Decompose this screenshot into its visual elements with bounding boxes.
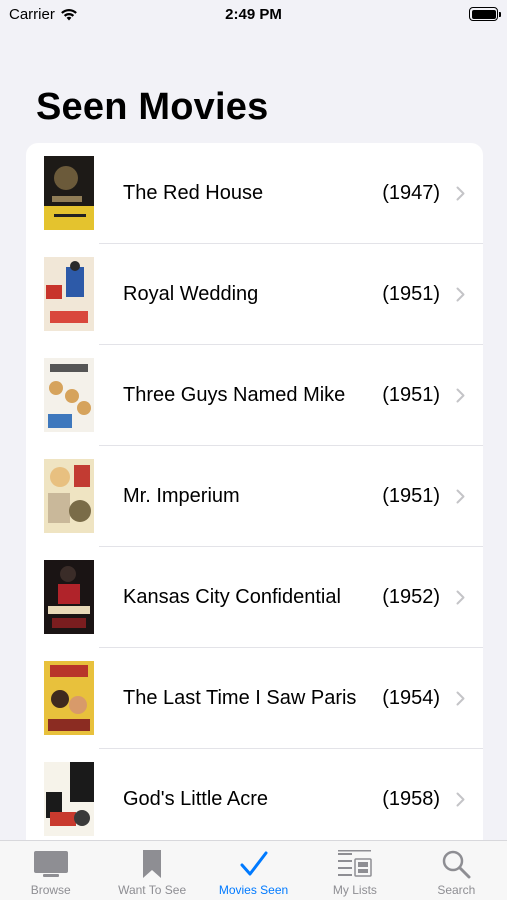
movie-title: Mr. Imperium (123, 485, 240, 507)
chevron-right-icon (456, 143, 465, 244)
checkmark-icon (239, 847, 269, 881)
chevron-right-icon (456, 446, 465, 547)
battery-icon (469, 7, 501, 21)
status-bar: Carrier 2:49 PM (0, 0, 507, 30)
movie-row[interactable]: God's Little Acre (1958) (26, 749, 483, 843)
chevron-right-icon (456, 244, 465, 345)
movie-poster (44, 358, 94, 432)
movie-title: Three Guys Named Mike (123, 384, 346, 406)
movie-title: God's Little Acre (123, 788, 268, 810)
movie-year: (1954) (382, 687, 440, 709)
chevron-right-icon (456, 345, 465, 446)
movie-poster (44, 257, 94, 331)
chevron-right-icon (456, 547, 465, 648)
movie-year: (1952) (382, 586, 440, 608)
tab-label: My Lists (332, 883, 377, 897)
movie-title: Royal Wedding (123, 283, 259, 305)
movie-title: Kansas City Confidential (123, 586, 341, 608)
movie-poster (44, 560, 94, 634)
movie-poster (44, 762, 94, 836)
movie-title: The Red House (123, 182, 264, 204)
movie-row[interactable]: Three Guys Named Mike (1951) (26, 345, 483, 446)
movie-poster (44, 156, 94, 230)
movie-year: (1947) (382, 182, 440, 204)
movie-title: The Last Time I Saw Paris (123, 687, 357, 709)
tab-label: Want To See (118, 883, 187, 897)
tv-icon (33, 847, 69, 881)
tab-label: Browse (30, 883, 71, 897)
movie-year: (1951) (382, 283, 440, 305)
list-icon (337, 847, 373, 881)
movie-list: The Red House (1947) Royal Wedding (1951… (26, 143, 483, 843)
tab-label: Search (437, 883, 476, 897)
movie-year: (1958) (382, 788, 440, 810)
tab-movies-seen[interactable]: Movies Seen (203, 841, 304, 900)
movie-row[interactable]: Mr. Imperium (1951) (26, 446, 483, 547)
chevron-right-icon (456, 749, 465, 843)
chevron-right-icon (456, 648, 465, 749)
movie-poster (44, 661, 94, 735)
bookmark-icon (141, 847, 163, 881)
page-title: Seen Movies (36, 86, 269, 128)
tab-label: Movies Seen (218, 883, 289, 897)
tab-bar: Browse Want To See Movies Seen My Lists … (0, 840, 507, 900)
movie-year: (1951) (382, 384, 440, 406)
tab-my-lists[interactable]: My Lists (304, 841, 405, 900)
movie-poster (44, 459, 94, 533)
movie-row[interactable]: The Red House (1947) (26, 143, 483, 244)
search-icon (441, 847, 471, 881)
tab-want-to-see[interactable]: Want To See (101, 841, 202, 900)
tab-browse[interactable]: Browse (0, 841, 101, 900)
movie-row[interactable]: Kansas City Confidential (1952) (26, 547, 483, 648)
status-time: 2:49 PM (225, 6, 282, 23)
movie-row[interactable]: Royal Wedding (1951) (26, 244, 483, 345)
movie-year: (1951) (382, 485, 440, 507)
movie-row[interactable]: The Last Time I Saw Paris (1954) (26, 648, 483, 749)
tab-search[interactable]: Search (406, 841, 507, 900)
